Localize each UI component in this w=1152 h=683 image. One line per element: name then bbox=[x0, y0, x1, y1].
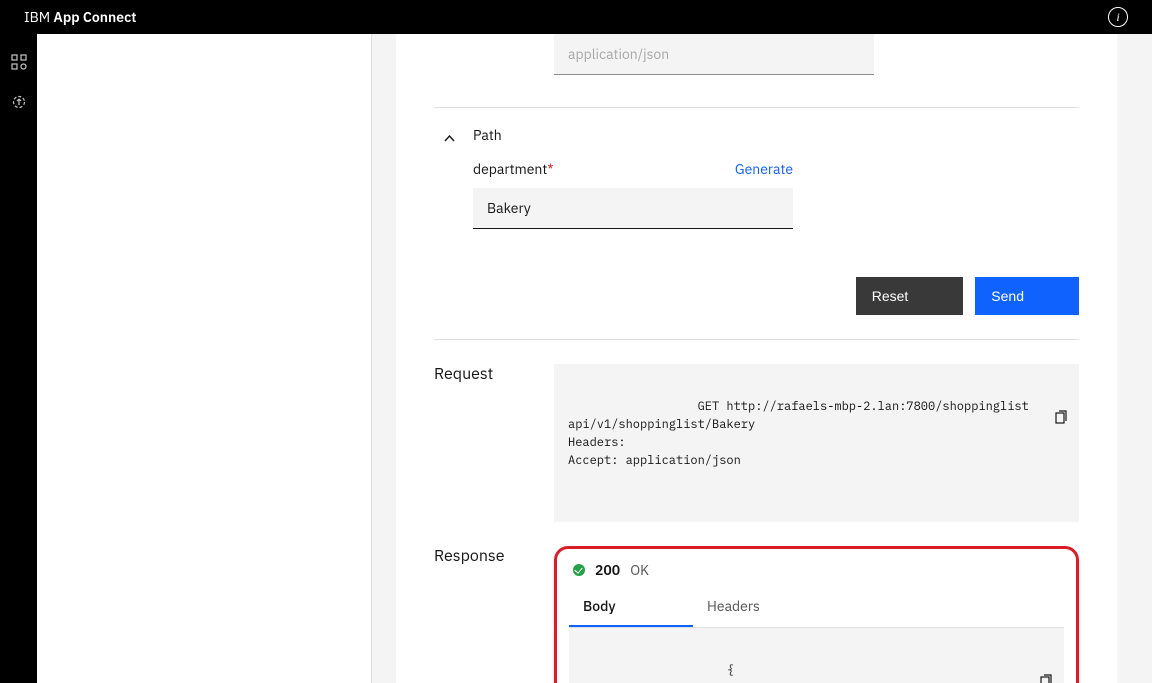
path-body: Path department* Generate bbox=[473, 126, 1079, 229]
request-text: GET http://rafaels-mbp-2.lan:7800/shoppi… bbox=[568, 399, 1029, 468]
response-section: Response 200 OK Body bbox=[434, 546, 1079, 683]
department-input[interactable] bbox=[473, 188, 793, 229]
generate-link[interactable]: Generate bbox=[735, 160, 793, 178]
copy-icon[interactable] bbox=[1038, 638, 1054, 654]
brand-name: App Connect bbox=[53, 8, 136, 26]
tab-headers[interactable]: Headers bbox=[693, 587, 817, 627]
response-tabs: Body Headers bbox=[569, 587, 1064, 628]
path-section: Path department* Generate bbox=[434, 107, 1079, 229]
main-wrap: application/json Path bbox=[372, 34, 1152, 683]
top-header: IBM App Connect i bbox=[0, 0, 1152, 34]
content-area: application/json Path bbox=[37, 34, 1152, 683]
status-line: 200 OK bbox=[569, 561, 1064, 587]
brand-prefix: IBM bbox=[24, 8, 53, 26]
scrollbar[interactable] bbox=[1140, 34, 1152, 683]
success-icon bbox=[573, 564, 585, 576]
request-code: GET http://rafaels-mbp-2.lan:7800/shoppi… bbox=[554, 364, 1079, 522]
status-text: OK bbox=[630, 561, 649, 579]
workspace: application/json Path bbox=[37, 34, 1152, 683]
response-label: Response bbox=[434, 546, 554, 683]
chevron-up-icon[interactable] bbox=[434, 126, 473, 229]
button-row: Reset Send bbox=[434, 229, 1079, 340]
nav-dashboard-icon[interactable] bbox=[11, 54, 27, 74]
status-code: 200 bbox=[595, 561, 620, 579]
reset-button[interactable]: Reset bbox=[856, 277, 964, 315]
brand: IBM App Connect bbox=[24, 8, 137, 26]
previous-field[interactable]: application/json bbox=[554, 34, 874, 75]
send-button[interactable]: Send bbox=[975, 277, 1079, 315]
copy-icon[interactable] bbox=[1053, 374, 1069, 390]
response-highlight-box: 200 OK Body Headers { "name": "Apple Pie bbox=[554, 546, 1079, 683]
side-panel bbox=[37, 34, 372, 683]
left-nav bbox=[0, 34, 37, 683]
parameters-area: application/json Path bbox=[434, 34, 1079, 683]
app-shell: application/json Path bbox=[0, 34, 1152, 683]
path-title: Path bbox=[473, 126, 1079, 144]
request-section: Request GET http://rafaels-mbp-2.lan:780… bbox=[434, 364, 1079, 522]
response-body-text: { "name": "Apple Pie", "department": "Ba… bbox=[583, 663, 1015, 683]
response-code: { "name": "Apple Pie", "department": "Ba… bbox=[569, 628, 1064, 683]
tab-body[interactable]: Body bbox=[569, 587, 693, 627]
request-label: Request bbox=[434, 364, 554, 522]
info-icon[interactable]: i bbox=[1108, 7, 1128, 27]
department-label: department bbox=[473, 160, 547, 178]
nav-deploy-icon[interactable] bbox=[11, 94, 27, 114]
department-label-row: department* Generate bbox=[473, 160, 793, 178]
required-marker: * bbox=[547, 160, 553, 178]
main-card: application/json Path bbox=[396, 34, 1117, 683]
